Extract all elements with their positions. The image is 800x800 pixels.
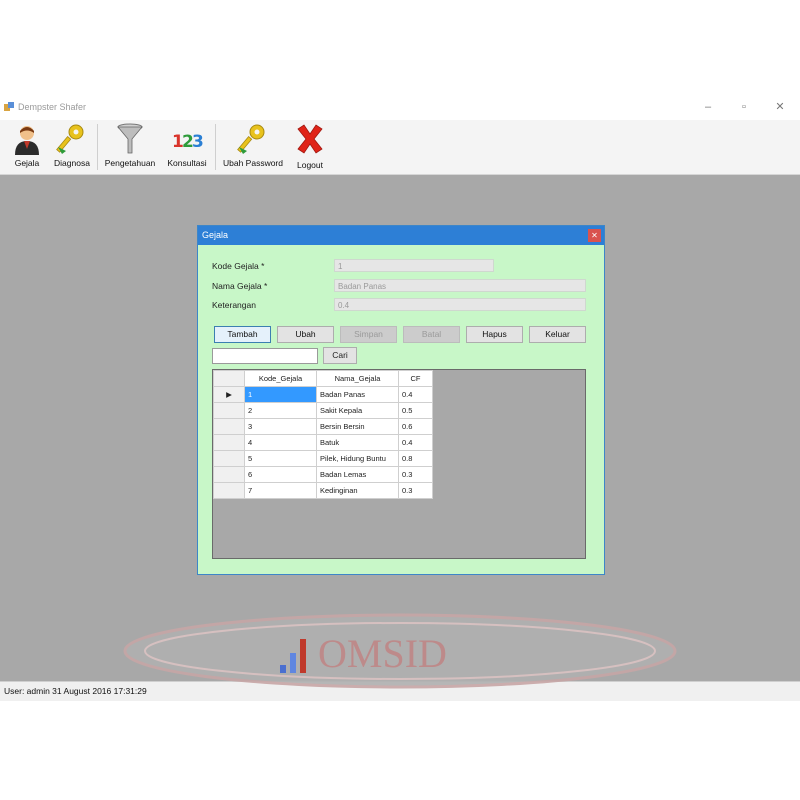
toolbar-separator bbox=[97, 124, 98, 170]
toolbar-ubah-password-button[interactable]: Ubah Password bbox=[219, 120, 287, 174]
app-icon bbox=[4, 102, 14, 111]
tambah-button[interactable]: Tambah bbox=[214, 326, 271, 343]
svg-text:3: 3 bbox=[192, 132, 203, 152]
watermark-text: OMSID bbox=[318, 631, 447, 676]
row-header[interactable] bbox=[213, 466, 245, 483]
toolbar-konsultasi-button[interactable]: 1 2 3 Konsultasi bbox=[163, 120, 211, 174]
current-row-arrow-icon: ▶ bbox=[213, 386, 245, 403]
cell-cf[interactable]: 0.8 bbox=[398, 450, 433, 467]
restore-button[interactable]: ▫ bbox=[733, 99, 755, 115]
gejala-data-grid[interactable]: Kode_Gejala Nama_Gejala CF ▶ 1 Badan Pan… bbox=[212, 369, 586, 559]
toolbar-label: Gejala bbox=[14, 158, 40, 168]
cell-nama[interactable]: Badan Lemas bbox=[316, 466, 399, 483]
cell-kode[interactable]: 6 bbox=[244, 466, 317, 483]
table-row[interactable]: 5 Pilek, Hidung Buntu 0.8 bbox=[213, 450, 433, 467]
user-icon bbox=[15, 126, 39, 155]
toolbar-label: Logout bbox=[297, 160, 323, 170]
keys-icon bbox=[237, 124, 265, 154]
cell-kode[interactable]: 2 bbox=[244, 402, 317, 419]
keluar-button[interactable]: Keluar bbox=[529, 326, 586, 343]
row-header-corner bbox=[213, 370, 245, 387]
cell-cf[interactable]: 0.6 bbox=[398, 418, 433, 435]
cell-nama[interactable]: Kedinginan bbox=[316, 482, 399, 499]
funnel-icon bbox=[117, 123, 143, 154]
table-header-row: Kode_Gejala Nama_Gejala CF bbox=[213, 370, 433, 387]
toolbar-label: Konsultasi bbox=[167, 158, 207, 168]
title-bar: Dempster Shafer – ▫ ✕ bbox=[0, 96, 800, 120]
toolbar-gejala-button[interactable]: Gejala bbox=[8, 120, 46, 174]
row-header[interactable] bbox=[213, 450, 245, 467]
cell-kode[interactable]: 7 bbox=[244, 482, 317, 499]
window-title: Dempster Shafer bbox=[18, 102, 87, 112]
kode-gejala-label: Kode Gejala * bbox=[212, 261, 265, 271]
cell-kode[interactable]: 4 bbox=[244, 434, 317, 451]
hapus-button[interactable]: Hapus bbox=[466, 326, 523, 343]
cell-cf[interactable]: 0.5 bbox=[398, 402, 433, 419]
numbers-123-icon: 1 2 3 bbox=[172, 132, 203, 152]
simpan-button[interactable]: Simpan bbox=[340, 326, 397, 343]
column-header-cf[interactable]: CF bbox=[398, 370, 433, 387]
cell-nama[interactable]: Badan Panas bbox=[316, 386, 399, 403]
keys-icon bbox=[56, 124, 84, 154]
kode-gejala-field[interactable]: 1 bbox=[334, 259, 494, 272]
table-row[interactable]: 7 Kedinginan 0.3 bbox=[213, 482, 433, 499]
cell-nama[interactable]: Bersin Bersin bbox=[316, 418, 399, 435]
table-row[interactable]: 4 Batuk 0.4 bbox=[213, 434, 433, 451]
keterangan-field[interactable]: 0.4 bbox=[334, 298, 586, 311]
main-toolbar: Gejala Diagnosa Pengetahuan 1 2 3 Konsul… bbox=[0, 120, 800, 175]
toolbar-label: Ubah Password bbox=[222, 158, 283, 168]
cell-cf[interactable]: 0.3 bbox=[398, 466, 433, 483]
dialog-title-bar: Gejala ✕ bbox=[198, 226, 604, 245]
table-row[interactable]: 2 Sakit Kepala 0.5 bbox=[213, 402, 433, 419]
table-row[interactable]: 6 Badan Lemas 0.3 bbox=[213, 466, 433, 483]
row-header[interactable] bbox=[213, 418, 245, 435]
cell-cf[interactable]: 0.3 bbox=[398, 482, 433, 499]
gejala-table: Kode_Gejala Nama_Gejala CF ▶ 1 Badan Pan… bbox=[213, 370, 433, 499]
gejala-dialog: Gejala ✕ Kode Gejala * 1 Nama Gejala * B… bbox=[197, 225, 605, 575]
cari-button[interactable]: Cari bbox=[323, 347, 357, 364]
cell-kode[interactable]: 1 bbox=[244, 386, 317, 403]
cell-kode[interactable]: 3 bbox=[244, 418, 317, 435]
cell-nama[interactable]: Batuk bbox=[316, 434, 399, 451]
column-header-kode[interactable]: Kode_Gejala bbox=[244, 370, 317, 387]
cell-kode[interactable]: 5 bbox=[244, 450, 317, 467]
nama-gejala-label: Nama Gejala * bbox=[212, 281, 268, 291]
search-input[interactable] bbox=[212, 348, 318, 364]
cell-nama[interactable]: Pilek, Hidung Buntu bbox=[316, 450, 399, 467]
toolbar-logout-button[interactable]: Logout bbox=[291, 120, 329, 174]
cell-cf[interactable]: 0.4 bbox=[398, 434, 433, 451]
row-header[interactable] bbox=[213, 482, 245, 499]
row-header[interactable] bbox=[213, 434, 245, 451]
toolbar-label: Pengetahuan bbox=[104, 158, 156, 168]
cell-nama[interactable]: Sakit Kepala bbox=[316, 402, 399, 419]
nama-gejala-field[interactable]: Badan Panas bbox=[334, 279, 586, 292]
column-header-nama[interactable]: Nama_Gejala bbox=[316, 370, 399, 387]
minimize-button[interactable]: – bbox=[697, 99, 719, 115]
cell-cf[interactable]: 0.4 bbox=[398, 386, 433, 403]
dialog-close-button[interactable]: ✕ bbox=[588, 229, 601, 242]
toolbar-pengetahuan-button[interactable]: Pengetahuan bbox=[101, 120, 159, 174]
red-x-icon bbox=[297, 124, 323, 154]
batal-button[interactable]: Batal bbox=[403, 326, 460, 343]
row-header[interactable] bbox=[213, 402, 245, 419]
table-row[interactable]: ▶ 1 Badan Panas 0.4 bbox=[213, 386, 433, 403]
dialog-title: Gejala bbox=[202, 230, 229, 240]
toolbar-diagnosa-button[interactable]: Diagnosa bbox=[50, 120, 94, 174]
ubah-button[interactable]: Ubah bbox=[277, 326, 334, 343]
toolbar-separator bbox=[215, 124, 216, 170]
watermark-logo: OMSID bbox=[123, 613, 677, 689]
table-row[interactable]: 3 Bersin Bersin 0.6 bbox=[213, 418, 433, 435]
keterangan-label: Keterangan bbox=[212, 300, 256, 310]
close-window-button[interactable]: ✕ bbox=[769, 99, 791, 115]
toolbar-label: Diagnosa bbox=[54, 158, 90, 168]
